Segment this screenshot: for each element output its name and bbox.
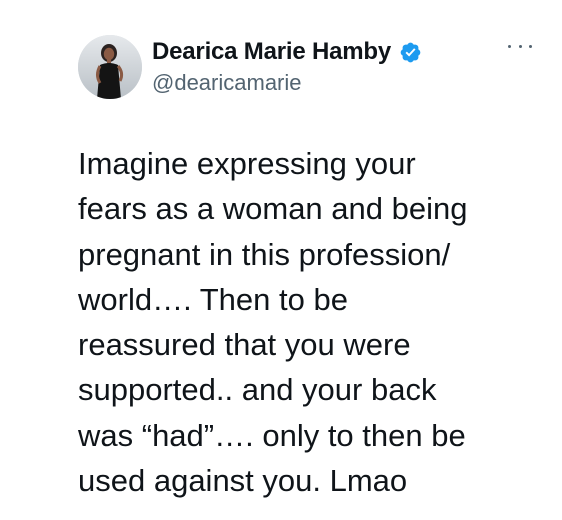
author-name-row: Dearica Marie Hamby <box>152 38 422 66</box>
author-display-name[interactable]: Dearica Marie Hamby <box>152 38 391 66</box>
avatar-photo-icon <box>78 35 142 99</box>
tweet-card: Dearica Marie Hamby @dearicamarie Imagin… <box>0 0 562 520</box>
author-avatar[interactable] <box>78 35 142 99</box>
tweet-text: Imagine expressing your fears as a woman… <box>78 146 468 499</box>
more-options-icon[interactable] <box>508 34 532 58</box>
verified-badge-icon <box>399 41 422 64</box>
author-handle[interactable]: @dearicamarie <box>152 70 302 96</box>
